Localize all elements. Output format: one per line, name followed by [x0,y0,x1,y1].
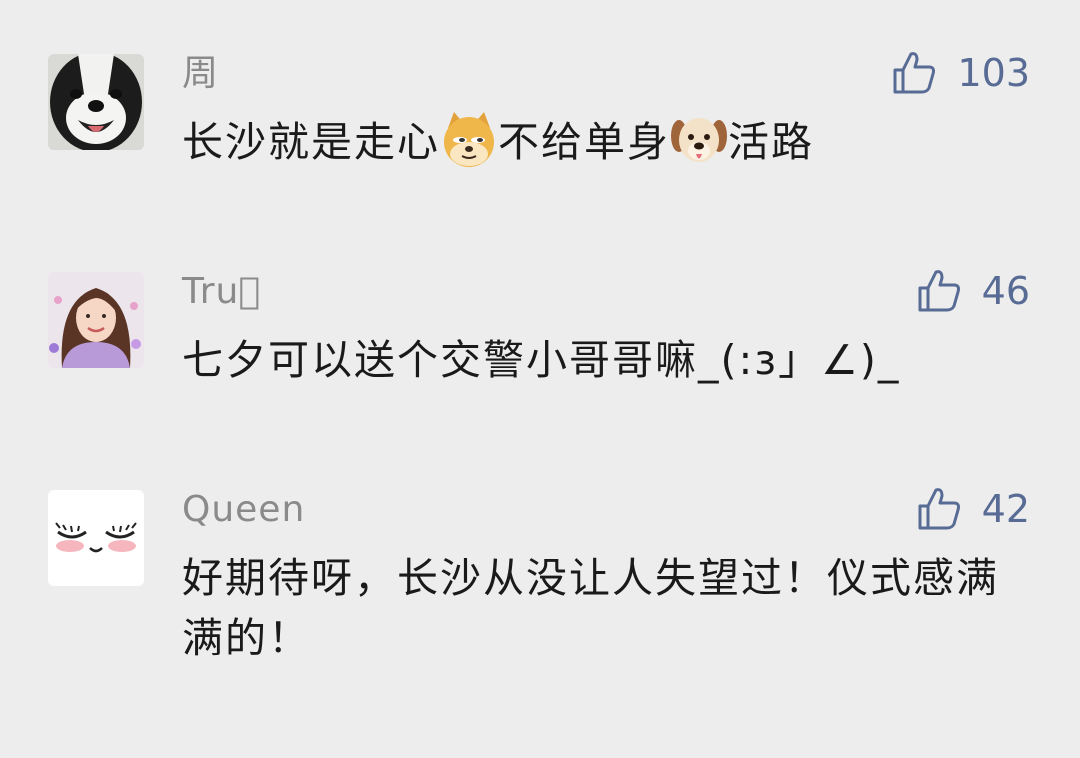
avatar[interactable] [48,54,144,150]
comment-username[interactable]: Queen [182,488,305,532]
comment-text-part: 活路 [728,118,814,166]
comment-text: 长沙就是走心 不给单身 活路 [182,110,1032,172]
comment-text: 好期待呀，长沙从没让人失望过！仪式感满满的！ [182,554,999,662]
thumbs-up-icon [918,488,960,530]
like-button[interactable]: 103 [891,48,1030,98]
comment-text: 七夕可以送个交警小哥哥嘛_(:з」∠)_ [182,336,901,384]
thumbs-up-icon [893,52,936,94]
comment-text-part: 长沙就是走心 [182,118,440,166]
like-button[interactable]: 42 [916,484,1030,534]
comment-username[interactable]: 周 [182,52,219,96]
like-count: 42 [981,487,1030,531]
like-count: 103 [957,51,1030,95]
dog-face-emoji [671,118,727,162]
avatar[interactable] [48,272,144,368]
comment-text-part: 不给单身 [498,118,670,166]
shiba-doge-emoji [444,112,494,167]
like-count: 46 [981,269,1030,313]
like-button[interactable]: 46 [916,266,1030,316]
avatar[interactable] [48,490,144,586]
comment-username[interactable]: Tru⃞ [182,270,261,314]
thumbs-up-icon [918,270,960,312]
